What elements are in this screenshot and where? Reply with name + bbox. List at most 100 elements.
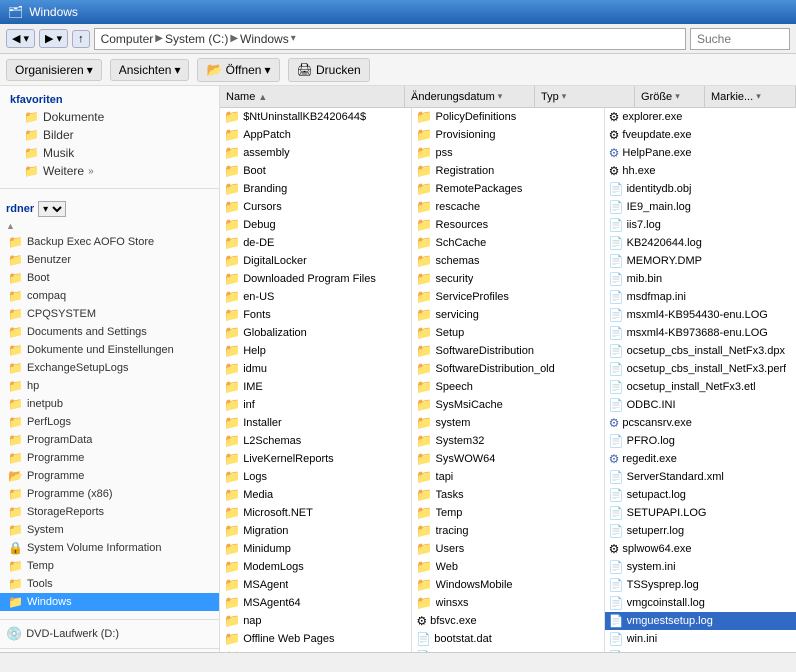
list-item[interactable]: 📁security	[412, 270, 603, 288]
list-item[interactable]: 📁Minidump	[220, 540, 411, 558]
list-item[interactable]: 📄mib.bin	[605, 270, 796, 288]
list-item[interactable]: 📁tracing	[412, 522, 603, 540]
back-button[interactable]: ◀ ▾	[6, 29, 35, 48]
list-item[interactable]: 📁Temp	[412, 504, 603, 522]
list-item[interactable]: 📄SETUPAPI.LOG	[605, 504, 796, 522]
list-item[interactable]: 📁MSAgent64	[220, 594, 411, 612]
list-item[interactable]: 📄msdfmap.ini	[605, 288, 796, 306]
sidebar-item-benutzer[interactable]: 📁 Benutzer	[0, 251, 219, 269]
sidebar-item-inetpub[interactable]: 📁 inetpub	[0, 395, 219, 413]
list-item[interactable]: 📁servicing	[412, 306, 603, 324]
list-item[interactable]: 📁Speech	[412, 378, 603, 396]
sidebar-item-temp[interactable]: 📁 Temp	[0, 557, 219, 575]
list-item[interactable]: 📁Migration	[220, 522, 411, 540]
col-header-type[interactable]: Typ ▾	[535, 86, 635, 107]
list-item[interactable]: 📁Provisioning	[412, 126, 603, 144]
list-item[interactable]: 📄bootstat.dat	[412, 630, 603, 648]
sidebar-item-system[interactable]: 📁 System	[0, 521, 219, 539]
list-item[interactable]: 📄win.ini	[605, 630, 796, 648]
list-item[interactable]: 📁WindowsMobile	[412, 576, 603, 594]
list-item[interactable]: 📁PolicyDefinitions	[412, 108, 603, 126]
list-item[interactable]: 📄PFRO.log	[605, 432, 796, 450]
list-item[interactable]: 📁inf	[220, 396, 411, 414]
list-item[interactable]: 📁Boot	[220, 162, 411, 180]
list-item[interactable]: 📄ODBC.INI	[605, 396, 796, 414]
folder-scope-select[interactable]: ▾	[38, 201, 66, 217]
list-item[interactable]: 📄msxml4-KB954430-enu.LOG	[605, 306, 796, 324]
list-item[interactable]: 📁Setup	[412, 324, 603, 342]
sidebar-item-musik[interactable]: 📁 Musik	[0, 144, 219, 162]
list-item[interactable]: 📁Media	[220, 486, 411, 504]
views-button[interactable]: Ansichten ▾	[110, 59, 190, 81]
list-item[interactable]: 📄ServerStandard.xml	[605, 468, 796, 486]
list-item[interactable]: 📁AppPatch	[220, 126, 411, 144]
list-item[interactable]: 📁Globalization	[220, 324, 411, 342]
list-item[interactable]: 📄MEMORY.DMP	[605, 252, 796, 270]
list-item[interactable]: 📄ocsetup_install_NetFx3.etl	[605, 378, 796, 396]
sidebar-item-perflogs[interactable]: 📁 PerfLogs	[0, 413, 219, 431]
list-item[interactable]: 📄IE9_main.log	[605, 198, 796, 216]
list-item[interactable]: 📁SoftwareDistribution_old	[412, 360, 603, 378]
list-item[interactable]: 📁Panther	[220, 648, 411, 652]
list-item[interactable]: 📄iis7.log	[605, 216, 796, 234]
sidebar-item-weitere[interactable]: 📁 Weitere »	[0, 162, 219, 180]
sidebar-item-programme[interactable]: 📁 Programme	[0, 449, 219, 467]
list-item[interactable]: 📄vmgcoinstall.log	[605, 594, 796, 612]
sidebar-item-programme-x86[interactable]: 📁 Programme (x86)	[0, 485, 219, 503]
list-item[interactable]: ⚙explorer.exe	[605, 108, 796, 126]
list-item[interactable]: ⚙splwow64.exe	[605, 540, 796, 558]
sidebar-item-compaq[interactable]: 📁 compaq	[0, 287, 219, 305]
sidebar-item-svi[interactable]: 🔒 System Volume Information	[0, 539, 219, 557]
list-item[interactable]: ⚙pcscansrv.exe	[605, 414, 796, 432]
list-item[interactable]: 📁Users	[412, 540, 603, 558]
list-item[interactable]: 📄TSSysprep.log	[605, 576, 796, 594]
list-item[interactable]: 📁Web	[412, 558, 603, 576]
sidebar-item-windows[interactable]: 📁 Windows	[0, 593, 219, 611]
list-item[interactable]: 📁nap	[220, 612, 411, 630]
list-item[interactable]: 📁idmu	[220, 360, 411, 378]
sidebar-item-storagereports[interactable]: 📁 StorageReports	[0, 503, 219, 521]
list-item[interactable]: ⚙bfsvc.exe	[412, 612, 603, 630]
favorites-header[interactable]: kfavoriten	[0, 90, 219, 108]
list-item[interactable]: 📁DigitalLocker	[220, 252, 411, 270]
list-item[interactable]: 📁MSAgent	[220, 576, 411, 594]
list-item[interactable]: 📄ocsetup_cbs_install_NetFx3.dpx	[605, 342, 796, 360]
sidebar-item-boot[interactable]: 📁 Boot	[0, 269, 219, 287]
list-item[interactable]: 📁System32	[412, 432, 603, 450]
address-bar[interactable]: Computer ▶ System (C:) ▶ Windows ▾	[94, 28, 686, 50]
col-header-date[interactable]: Änderungsdatum ▾	[405, 86, 535, 107]
list-item[interactable]: 📁Resources	[412, 216, 603, 234]
col-header-mark[interactable]: Markie... ▾	[705, 86, 796, 107]
sidebar-item-bilder[interactable]: 📁 Bilder	[0, 126, 219, 144]
sidebar-item-dvd[interactable]: 💿 DVD-Laufwerk (D:)	[0, 624, 219, 644]
list-item[interactable]: 📁tapi	[412, 468, 603, 486]
sidebar-item-dokumente[interactable]: 📁 Dokumente	[0, 108, 219, 126]
list-item[interactable]: 📄KB2420644.log	[605, 234, 796, 252]
list-item[interactable]: 📁Logs	[220, 468, 411, 486]
list-item[interactable]: 📁SoftwareDistribution	[412, 342, 603, 360]
list-item[interactable]: 📄ocsetup_cbs_install_NetFx3.perf	[605, 360, 796, 378]
list-item[interactable]: 📁SchCache	[412, 234, 603, 252]
col-header-size[interactable]: Größe ▾	[635, 86, 705, 107]
list-item[interactable]: 📁Tasks	[412, 486, 603, 504]
list-item[interactable]: 📁rescache	[412, 198, 603, 216]
list-item[interactable]: ⚙hh.exe	[605, 162, 796, 180]
list-item[interactable]: 📁Installer	[220, 414, 411, 432]
list-item[interactable]: 📁Cursors	[220, 198, 411, 216]
organise-button[interactable]: Organisieren ▾	[6, 59, 102, 81]
print-button[interactable]: 🖨 Drucken	[288, 58, 370, 82]
list-item[interactable]: 📄identitydb.obj	[605, 180, 796, 198]
list-item[interactable]: ⚙HelpPane.exe	[605, 144, 796, 162]
sidebar-item-tools[interactable]: 📁 Tools	[0, 575, 219, 593]
list-item[interactable]: 📄setupact.log	[605, 486, 796, 504]
list-item[interactable]: 📁system	[412, 414, 603, 432]
sidebar-item-hp[interactable]: 📁 hp	[0, 377, 219, 395]
folders-header[interactable]: rdner	[6, 203, 34, 215]
sidebar-item-backup-exec[interactable]: 📁 Backup Exec AOFO Store	[0, 233, 219, 251]
list-item[interactable]: 📄certutil.log	[412, 648, 603, 652]
list-item[interactable]: 📄system.ini	[605, 558, 796, 576]
list-item[interactable]: 📁Microsoft.NET	[220, 504, 411, 522]
list-item[interactable]: 📁LiveKernelReports	[220, 450, 411, 468]
list-item[interactable]: 📁IME	[220, 378, 411, 396]
list-item[interactable]: 📁ModemLogs	[220, 558, 411, 576]
